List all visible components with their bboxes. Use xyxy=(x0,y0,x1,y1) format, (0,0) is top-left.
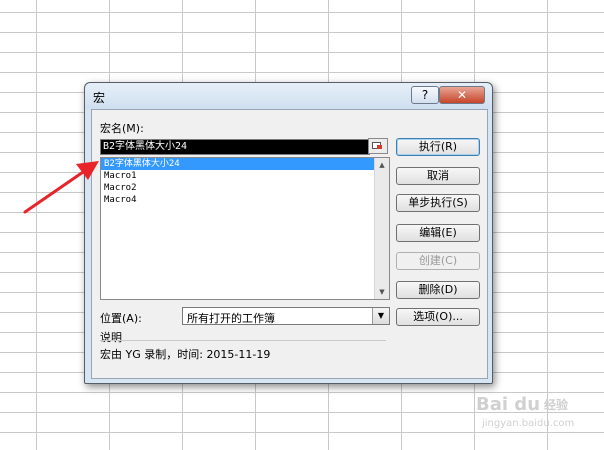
cancel-button[interactable]: 取消 xyxy=(396,167,480,185)
macro-list[interactable]: B2字体黑体大小24 Macro1 Macro2 Macro4 ▲ ▼ xyxy=(100,157,390,300)
description-label: 说明 xyxy=(100,331,122,344)
watermark-url: jingyan.baidu.com xyxy=(482,418,575,429)
dialog-title: 宏 xyxy=(93,91,106,105)
delete-button[interactable]: 删除(D) xyxy=(396,281,480,299)
macro-list-item[interactable]: B2字体黑体大小24 xyxy=(101,158,375,170)
macro-list-items: B2字体黑体大小24 Macro1 Macro2 Macro4 xyxy=(101,158,389,206)
watermark-brand: Bai du xyxy=(476,394,541,415)
watermark-brand-suffix: 经验 xyxy=(544,398,569,412)
scroll-up-icon[interactable]: ▲ xyxy=(375,158,389,172)
macro-name-label: 宏名(M): xyxy=(100,122,144,135)
range-select-icon xyxy=(372,142,382,149)
collapse-dialog-button[interactable] xyxy=(368,138,388,154)
run-button[interactable]: 执行(R) xyxy=(396,138,480,156)
description-text: 宏由 YG 录制，时间: 2015-11-19 xyxy=(100,348,271,361)
options-button[interactable]: 选项(O)... xyxy=(396,308,480,326)
dialog-body: 宏名(M): B2字体黑体大小24 B2字体黑体大小24 Macro1 Macro2… xyxy=(91,109,488,379)
macro-list-item[interactable]: Macro2 xyxy=(101,182,375,194)
location-select[interactable]: 所有打开的工作簿 ▼ xyxy=(182,307,390,325)
edit-button[interactable]: 编辑(E) xyxy=(396,224,480,242)
dialog-titlebar[interactable]: 宏 ? ✕ xyxy=(85,83,492,109)
macro-list-item[interactable]: Macro4 xyxy=(101,194,375,206)
description-divider xyxy=(100,340,386,341)
create-button: 创建(C) xyxy=(396,252,480,270)
macro-dialog: 宏 ? ✕ 宏名(M): B2字体黑体大小24 B2字体黑体大小24 Macro1… xyxy=(84,82,493,384)
location-label: 位置(A): xyxy=(100,312,142,325)
macro-list-scrollbar[interactable]: ▲ ▼ xyxy=(374,158,389,299)
macro-name-input[interactable]: B2字体黑体大小24 xyxy=(100,139,370,155)
baidu-watermark: Bai du 经验 jingyan.baidu.com xyxy=(474,392,596,442)
scroll-down-icon[interactable]: ▼ xyxy=(375,285,389,299)
step-into-button[interactable]: 单步执行(S) xyxy=(396,194,480,212)
help-button[interactable]: ? xyxy=(411,86,439,104)
location-value: 所有打开的工作簿 xyxy=(187,312,275,325)
macro-list-item[interactable]: Macro1 xyxy=(101,170,375,182)
close-button[interactable]: ✕ xyxy=(439,86,485,104)
chevron-down-icon[interactable]: ▼ xyxy=(372,308,389,324)
